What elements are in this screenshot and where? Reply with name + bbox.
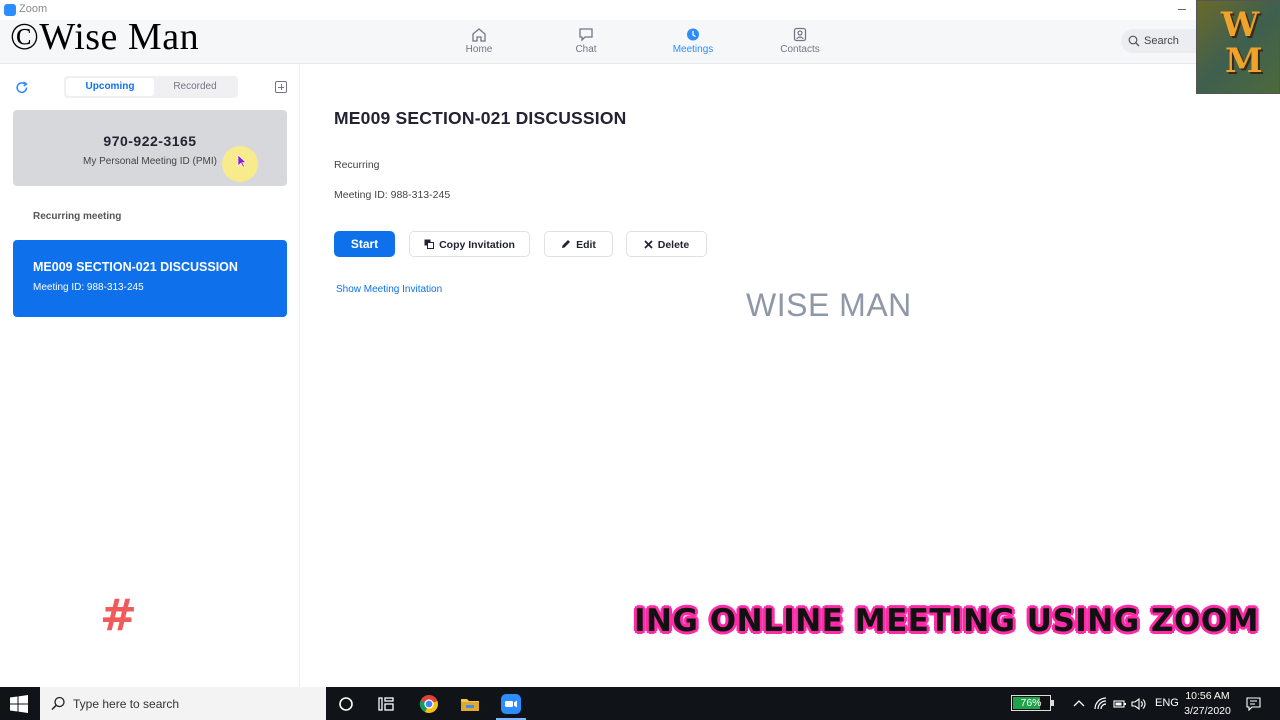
start-button[interactable]: Start xyxy=(334,231,395,257)
battery-tray-icon[interactable] xyxy=(1113,698,1127,710)
clock-icon xyxy=(687,28,699,41)
edit-label: Edit xyxy=(576,239,596,251)
start-button-label: Start xyxy=(350,237,379,251)
video-banner-text: ING ONLINE MEETING USING ZOOM xyxy=(634,603,1260,639)
logo-letter-m: M xyxy=(1225,41,1263,81)
volume-icon[interactable] xyxy=(1131,697,1146,711)
windows-start-icon[interactable] xyxy=(10,695,28,713)
search-input[interactable]: Search xyxy=(1121,29,1201,53)
search-icon xyxy=(51,696,65,711)
notifications-icon[interactable] xyxy=(1246,696,1261,711)
segment-upcoming[interactable]: Upcoming xyxy=(66,78,154,96)
language-indicator[interactable]: ENG xyxy=(1155,697,1179,709)
wifi-icon[interactable] xyxy=(1094,697,1108,711)
clock-date[interactable]: 3/27/2020 xyxy=(1180,705,1235,717)
show-invitation-link[interactable]: Show Meeting Invitation xyxy=(336,284,442,295)
chrome-icon[interactable] xyxy=(416,691,442,717)
tab-home[interactable]: Home xyxy=(444,26,514,62)
search-icon xyxy=(1128,35,1140,47)
chevron-up-icon[interactable] xyxy=(1073,698,1085,708)
meeting-item-id: Meeting ID: 988-313-245 xyxy=(33,282,144,293)
windows-taskbar: Type here to search 76% ENG 10:56 AM 3/2… xyxy=(0,687,1280,720)
contacts-icon xyxy=(793,27,807,42)
tab-contacts[interactable]: Contacts xyxy=(765,26,835,62)
search-placeholder: Search xyxy=(1144,35,1179,47)
meeting-list-item[interactable]: ME009 SECTION-021 DISCUSSION Meeting ID:… xyxy=(13,240,287,317)
watermark-center-text: WISE MAN xyxy=(746,287,912,323)
close-icon xyxy=(644,240,653,249)
home-icon xyxy=(472,28,486,42)
logo-letter-w: W xyxy=(1221,5,1260,45)
hash-symbol: # xyxy=(100,590,137,641)
section-label-recurring: Recurring meeting xyxy=(33,211,122,222)
battery-indicator[interactable]: 76% xyxy=(1011,695,1054,711)
task-view-icon[interactable] xyxy=(373,691,399,717)
meetings-sidebar: Upcoming Recorded 970-922-3165 My Person… xyxy=(0,64,300,687)
minimize-button[interactable] xyxy=(1175,2,1189,16)
tab-meetings[interactable]: Meetings xyxy=(658,26,728,62)
copy-invitation-label: Copy Invitation xyxy=(439,239,515,251)
zoom-app-icon xyxy=(4,4,16,16)
pencil-icon xyxy=(562,240,571,249)
tab-contacts-label: Contacts xyxy=(780,44,820,55)
meeting-item-title: ME009 SECTION-021 DISCUSSION xyxy=(33,260,238,274)
segment-recorded[interactable]: Recorded xyxy=(154,78,236,96)
meeting-title: ME009 SECTION-021 DISCUSSION xyxy=(334,108,627,128)
battery-percent: 76% xyxy=(1020,697,1042,709)
taskbar-search-input[interactable]: Type here to search xyxy=(40,687,326,720)
window-title: Zoom xyxy=(19,3,48,15)
delete-label: Delete xyxy=(657,239,690,251)
copy-invitation-button[interactable]: Copy Invitation xyxy=(409,231,530,257)
mouse-cursor-icon xyxy=(237,154,247,168)
refresh-icon[interactable] xyxy=(15,81,29,95)
tab-chat[interactable]: Chat xyxy=(551,26,621,62)
zoom-taskbar-icon[interactable] xyxy=(498,691,524,717)
file-explorer-icon[interactable] xyxy=(457,691,483,717)
taskbar-search-placeholder: Type here to search xyxy=(73,697,180,711)
chat-icon xyxy=(579,28,593,42)
tab-home-label: Home xyxy=(465,44,493,55)
wm-logo: W M xyxy=(1196,0,1280,94)
add-meeting-button[interactable] xyxy=(275,81,287,93)
tab-meetings-label: Meetings xyxy=(672,44,714,55)
clock-time[interactable]: 10:56 AM xyxy=(1180,690,1235,702)
cortana-icon[interactable] xyxy=(333,691,359,717)
tab-chat-label: Chat xyxy=(575,44,597,55)
recurrence-text: Recurring xyxy=(334,159,380,171)
edit-button[interactable]: Edit xyxy=(544,231,613,257)
delete-button[interactable]: Delete xyxy=(626,231,707,257)
segmented-control: Upcoming Recorded xyxy=(64,76,238,98)
watermark-copyright: ©Wise Man xyxy=(10,16,200,58)
meeting-id-text: Meeting ID: 988-313-245 xyxy=(334,189,451,201)
copy-icon xyxy=(424,239,435,250)
